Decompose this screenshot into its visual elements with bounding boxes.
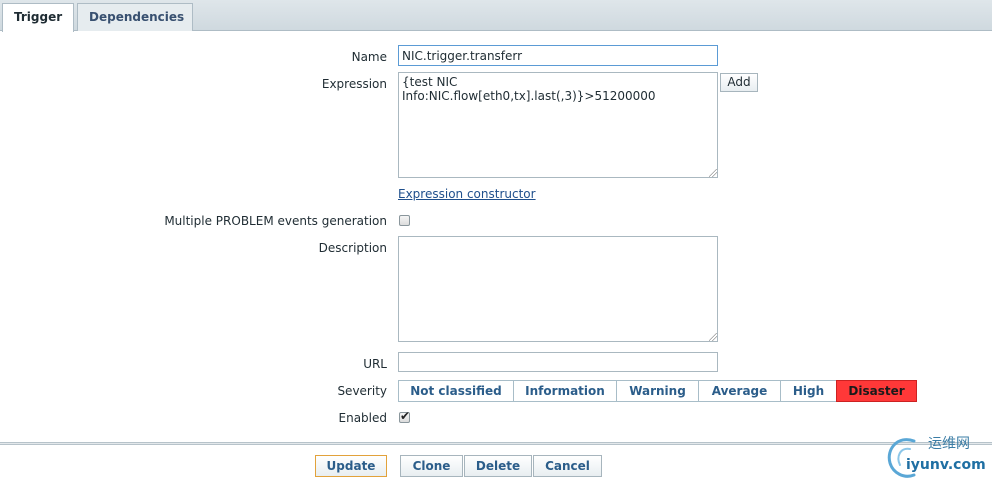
severity-warning[interactable]: Warning bbox=[616, 380, 699, 402]
add-expression-button[interactable]: Add bbox=[720, 73, 758, 92]
watermark-bottom-text: iyunv.com bbox=[906, 457, 986, 473]
severity-not-classified[interactable]: Not classified bbox=[398, 380, 514, 402]
severity-information[interactable]: Information bbox=[513, 380, 617, 402]
update-button[interactable]: Update bbox=[315, 455, 387, 477]
expression-constructor-link[interactable]: Expression constructor bbox=[398, 187, 536, 201]
multiple-problem-label: Multiple PROBLEM events generation bbox=[164, 214, 387, 228]
watermark-top-text: 运维网 bbox=[928, 436, 970, 452]
expression-label: Expression bbox=[321, 77, 387, 91]
url-label: URL bbox=[363, 357, 387, 371]
clone-button[interactable]: Clone bbox=[400, 455, 463, 477]
description-label: Description bbox=[318, 241, 387, 255]
name-label: Name bbox=[351, 50, 387, 64]
checkmark-icon: ✔ bbox=[400, 409, 411, 423]
severity-high[interactable]: High bbox=[780, 380, 837, 402]
url-input[interactable] bbox=[398, 352, 718, 372]
enabled-checkbox[interactable]: ✔ bbox=[399, 409, 411, 423]
tab-trigger[interactable]: Trigger bbox=[2, 3, 74, 32]
watermark: 运维网 iyunv.com bbox=[884, 433, 992, 481]
expression-wrapper: {test NIC Info:NIC.flow[eth0,tx].last(,3… bbox=[398, 72, 718, 178]
multiple-problem-checkbox[interactable] bbox=[399, 215, 410, 226]
delete-button[interactable]: Delete bbox=[464, 455, 532, 477]
tab-bar: Trigger Dependencies bbox=[0, 0, 992, 32]
resize-grip-icon[interactable] bbox=[709, 333, 717, 341]
enabled-label: Enabled bbox=[338, 411, 388, 425]
description-wrapper bbox=[398, 236, 718, 342]
severity-label: Severity bbox=[337, 384, 387, 398]
resize-grip-icon[interactable] bbox=[709, 169, 717, 177]
description-textarea[interactable] bbox=[398, 236, 718, 342]
cancel-button[interactable]: Cancel bbox=[533, 455, 602, 477]
tab-dependencies[interactable]: Dependencies bbox=[77, 3, 193, 31]
footer-divider bbox=[0, 442, 992, 445]
name-input[interactable] bbox=[398, 45, 718, 66]
severity-disaster[interactable]: Disaster bbox=[836, 380, 917, 402]
expression-textarea[interactable]: {test NIC Info:NIC.flow[eth0,tx].last(,3… bbox=[398, 72, 718, 178]
severity-average[interactable]: Average bbox=[698, 380, 781, 402]
